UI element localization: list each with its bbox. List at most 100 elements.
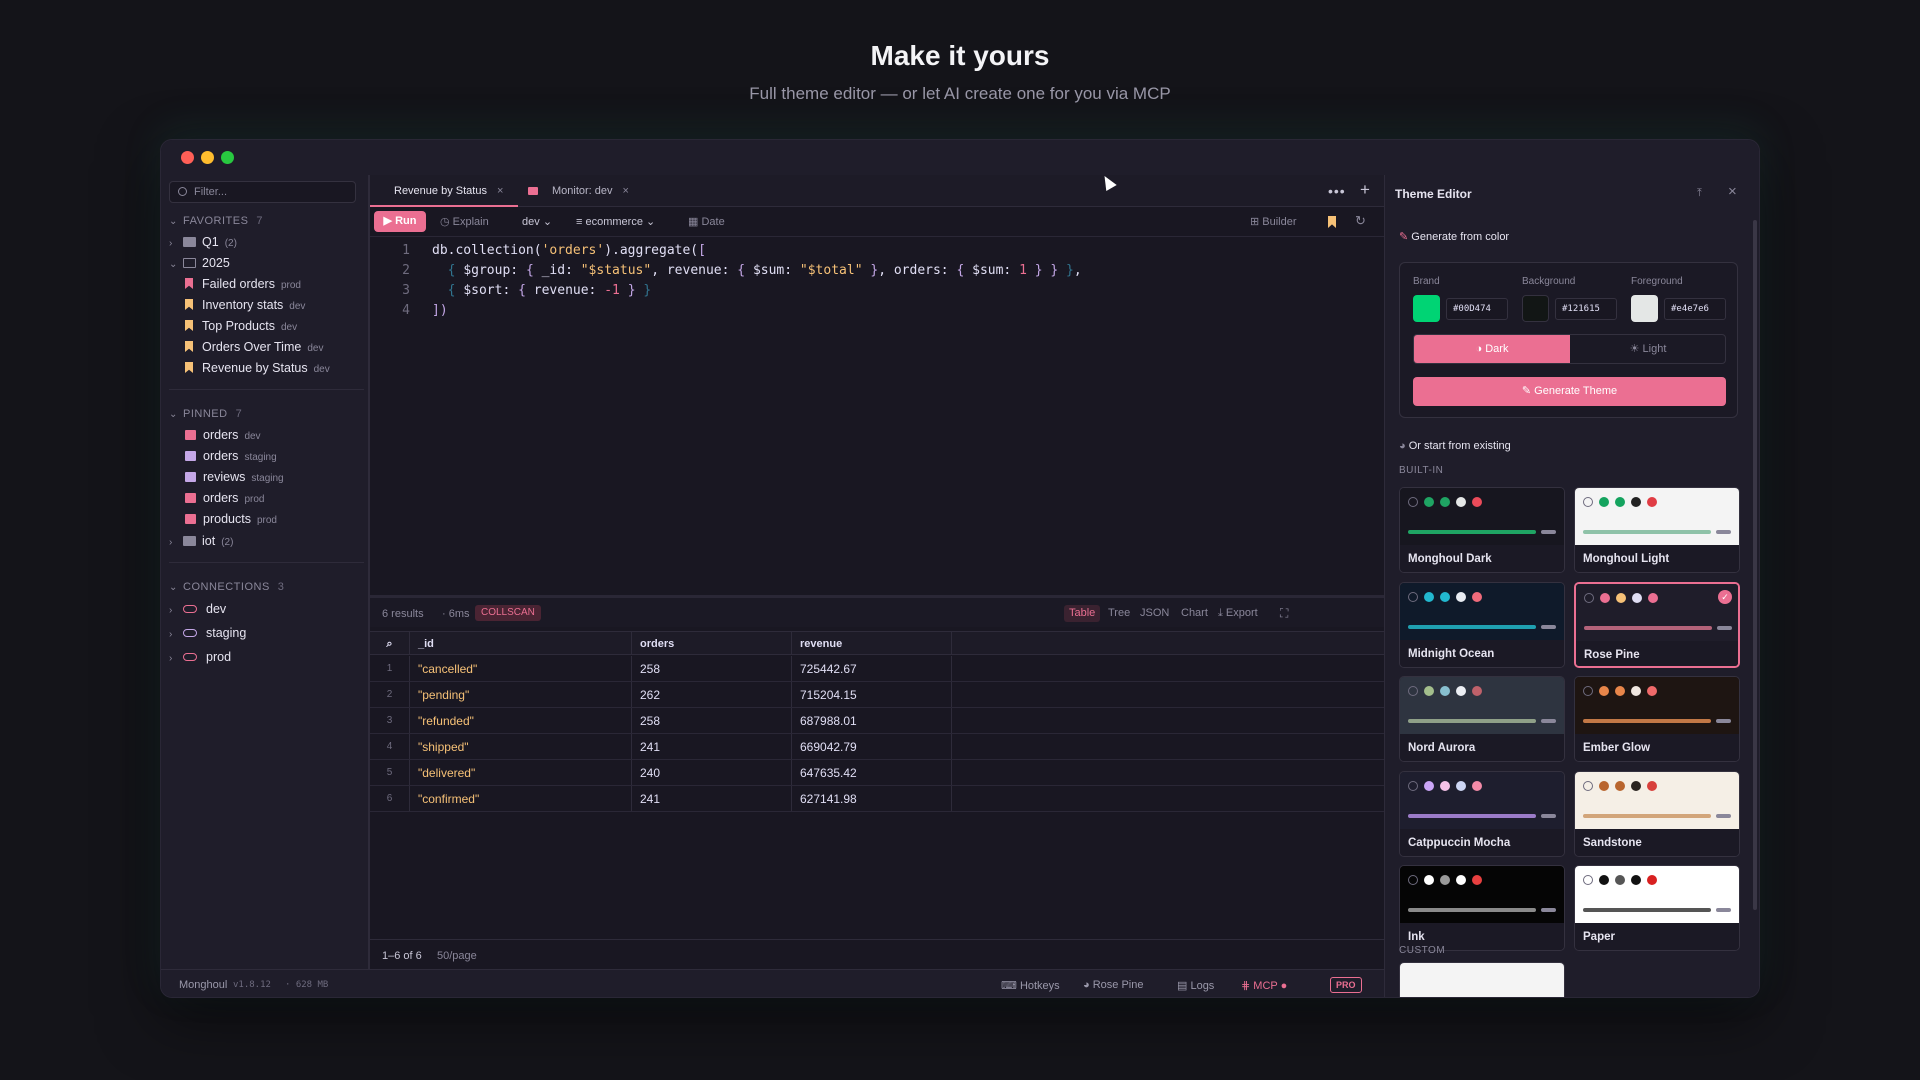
theme-preview xyxy=(1400,866,1564,923)
theme-card[interactable]: Nord Aurora xyxy=(1399,676,1565,762)
theme-name: Midnight Ocean xyxy=(1400,639,1564,667)
favorite-item[interactable]: Orders Over Time dev xyxy=(185,337,323,357)
theme-card[interactable]: Ink xyxy=(1399,865,1565,951)
chevron-down-icon: ⌄ xyxy=(169,409,178,420)
favorite-item[interactable]: Failed orders prod xyxy=(185,274,301,294)
close-tab-icon[interactable]: × xyxy=(497,185,503,197)
panel-scrollbar[interactable] xyxy=(1753,220,1757,910)
theme-card[interactable]: Paper xyxy=(1574,865,1740,951)
maximize-window-button[interactable] xyxy=(221,151,234,164)
theme-button[interactable]: ◕ Rose Pine xyxy=(1083,979,1143,991)
mcp-button[interactable]: ⋕ MCP ● xyxy=(1241,979,1287,992)
database-select[interactable]: ≡ ecommerce ⌄ xyxy=(576,214,655,230)
tab-monitor-dev[interactable]: Monitor: dev × xyxy=(522,175,652,207)
brand-hex-input[interactable]: #00D474 xyxy=(1446,298,1508,320)
background-color-swatch[interactable] xyxy=(1522,295,1549,322)
close-icon[interactable]: × xyxy=(1728,183,1737,200)
table-row[interactable]: 1 "cancelled" 258 725442.67 xyxy=(370,656,1384,682)
keyboard-icon: ⌨ xyxy=(1001,980,1020,992)
close-tab-icon[interactable]: × xyxy=(623,185,629,197)
hotkeys-button[interactable]: ⌨ Hotkeys xyxy=(1001,979,1060,992)
filter-input[interactable]: Filter... xyxy=(169,181,356,203)
new-tab-icon[interactable]: + xyxy=(1360,180,1370,200)
minimize-window-button[interactable] xyxy=(201,151,214,164)
color-dot xyxy=(1456,591,1466,602)
logs-button[interactable]: ▤ Logs xyxy=(1177,979,1214,992)
pinned-collection[interactable]: orders staging xyxy=(185,446,277,466)
color-dot xyxy=(1440,875,1450,885)
table-icon xyxy=(185,493,196,503)
theme-card[interactable]: Monghoul Dark xyxy=(1399,487,1565,573)
table-row[interactable]: 2 "pending" 262 715204.15 xyxy=(370,682,1384,708)
column-header[interactable]: _id xyxy=(410,632,632,654)
pinned-collection[interactable]: products prod xyxy=(185,509,277,529)
preview-bar xyxy=(1717,625,1732,630)
dark-mode-button[interactable]: ◑ Dark xyxy=(1414,335,1570,363)
column-header[interactable]: orders xyxy=(632,632,792,654)
more-options-icon[interactable]: ••• xyxy=(1328,183,1346,199)
bookmark-icon xyxy=(185,299,193,310)
favorites-section-header[interactable]: ⌄ FAVORITES 7 xyxy=(169,213,263,229)
preview-bar xyxy=(1408,908,1536,912)
preview-bar xyxy=(1408,530,1536,534)
connection-prod[interactable]: › prod xyxy=(169,647,231,667)
background-hex-input[interactable]: #121615 xyxy=(1555,298,1617,320)
theme-card[interactable]: Monghoul Light xyxy=(1574,487,1740,573)
column-header[interactable]: revenue xyxy=(792,632,952,654)
table-row[interactable]: 6 "confirmed" 241 627141.98 xyxy=(370,786,1384,812)
color-dot xyxy=(1424,686,1434,696)
connection-dev[interactable]: › dev xyxy=(169,599,226,619)
view-tab-table[interactable]: Table xyxy=(1064,605,1101,622)
date-button[interactable]: ▦ Date xyxy=(688,214,725,230)
theme-card[interactable]: Midnight Ocean xyxy=(1399,581,1565,668)
foreground-color-swatch[interactable] xyxy=(1631,295,1658,322)
search-icon[interactable]: ⌕ xyxy=(370,632,410,654)
refresh-icon[interactable]: ↻ xyxy=(1355,213,1366,229)
foreground-hex-input[interactable]: #e4e7e6 xyxy=(1664,298,1726,320)
favorite-item[interactable]: Revenue by Status dev xyxy=(185,358,330,378)
theme-card[interactable]: Sandstone xyxy=(1574,770,1740,857)
app-window: Filter... ⌄ FAVORITES 7 › Q1 (2) ⌄ 2025 Faile… xyxy=(160,139,1760,998)
fullscreen-icon[interactable]: ⛶ xyxy=(1275,605,1293,622)
connection-select[interactable]: dev ⌄ xyxy=(522,214,552,230)
view-tab-json[interactable]: JSON xyxy=(1135,605,1174,622)
folder-2025[interactable]: ⌄ 2025 xyxy=(169,253,230,273)
view-tab-tree[interactable]: Tree xyxy=(1103,605,1135,622)
favorite-item[interactable]: Inventory stats dev xyxy=(185,295,305,315)
theme-card[interactable]: Ember Glow xyxy=(1574,676,1740,762)
pinned-section-header[interactable]: ⌄ PINNED 7 xyxy=(169,406,242,422)
bookmark-icon[interactable] xyxy=(1328,216,1336,228)
connection-staging[interactable]: › staging xyxy=(169,623,246,643)
view-tab-chart[interactable]: Chart xyxy=(1176,605,1213,622)
table-row[interactable]: 3 "refunded" 258 687988.01 xyxy=(370,708,1384,734)
run-button[interactable]: ▶ Run xyxy=(374,211,426,232)
generate-theme-button[interactable]: ✎ Generate Theme xyxy=(1413,377,1726,406)
folder-iot[interactable]: › iot (2) xyxy=(169,531,233,551)
connections-section-header[interactable]: ⌄ CONNECTIONS 3 xyxy=(169,579,284,595)
favorite-item[interactable]: Top Products dev xyxy=(185,316,297,336)
light-mode-button[interactable]: ☀ Light xyxy=(1570,335,1725,363)
table-row[interactable]: 5 "delivered" 240 647635.42 xyxy=(370,760,1384,786)
table-row[interactable]: 4 "shipped" 241 669042.79 xyxy=(370,734,1384,760)
theme-card[interactable]: Catppuccin Mocha xyxy=(1399,770,1565,857)
folder-q1[interactable]: › Q1 (2) xyxy=(169,232,237,252)
brand-color-swatch[interactable] xyxy=(1413,295,1440,322)
page-size-select[interactable]: 50/page xyxy=(437,950,477,962)
pinned-collection[interactable]: reviews staging xyxy=(185,467,284,487)
table-header: ⌕ _id orders revenue xyxy=(370,631,1384,655)
query-toolbar: ▶ Run ◷ Explain dev ⌄ ≡ ecommerce ⌄ ▦ Da… xyxy=(370,207,1384,237)
explain-button[interactable]: ◷ Explain xyxy=(440,214,489,230)
export-button[interactable]: ⤓ Export xyxy=(1213,605,1263,622)
tab-revenue-by-status[interactable]: Revenue by Status × xyxy=(370,175,518,207)
pinned-collection[interactable]: orders prod xyxy=(185,488,264,508)
theme-name: Monghoul Light xyxy=(1575,545,1739,572)
upload-icon[interactable]: ⤒ xyxy=(1697,187,1702,200)
custom-theme-card[interactable] xyxy=(1399,962,1565,997)
status-bar: Monghoul v1.8.12 · 628 MB ⌨ Hotkeys ◕ Ro… xyxy=(161,969,1384,997)
preview-bar xyxy=(1583,530,1711,534)
theme-name: Paper xyxy=(1575,923,1739,950)
theme-card[interactable]: ✓ Rose Pine xyxy=(1574,581,1740,668)
close-window-button[interactable] xyxy=(181,151,194,164)
builder-button[interactable]: ⊞ Builder xyxy=(1250,214,1297,230)
pinned-collection[interactable]: orders dev xyxy=(185,425,261,445)
